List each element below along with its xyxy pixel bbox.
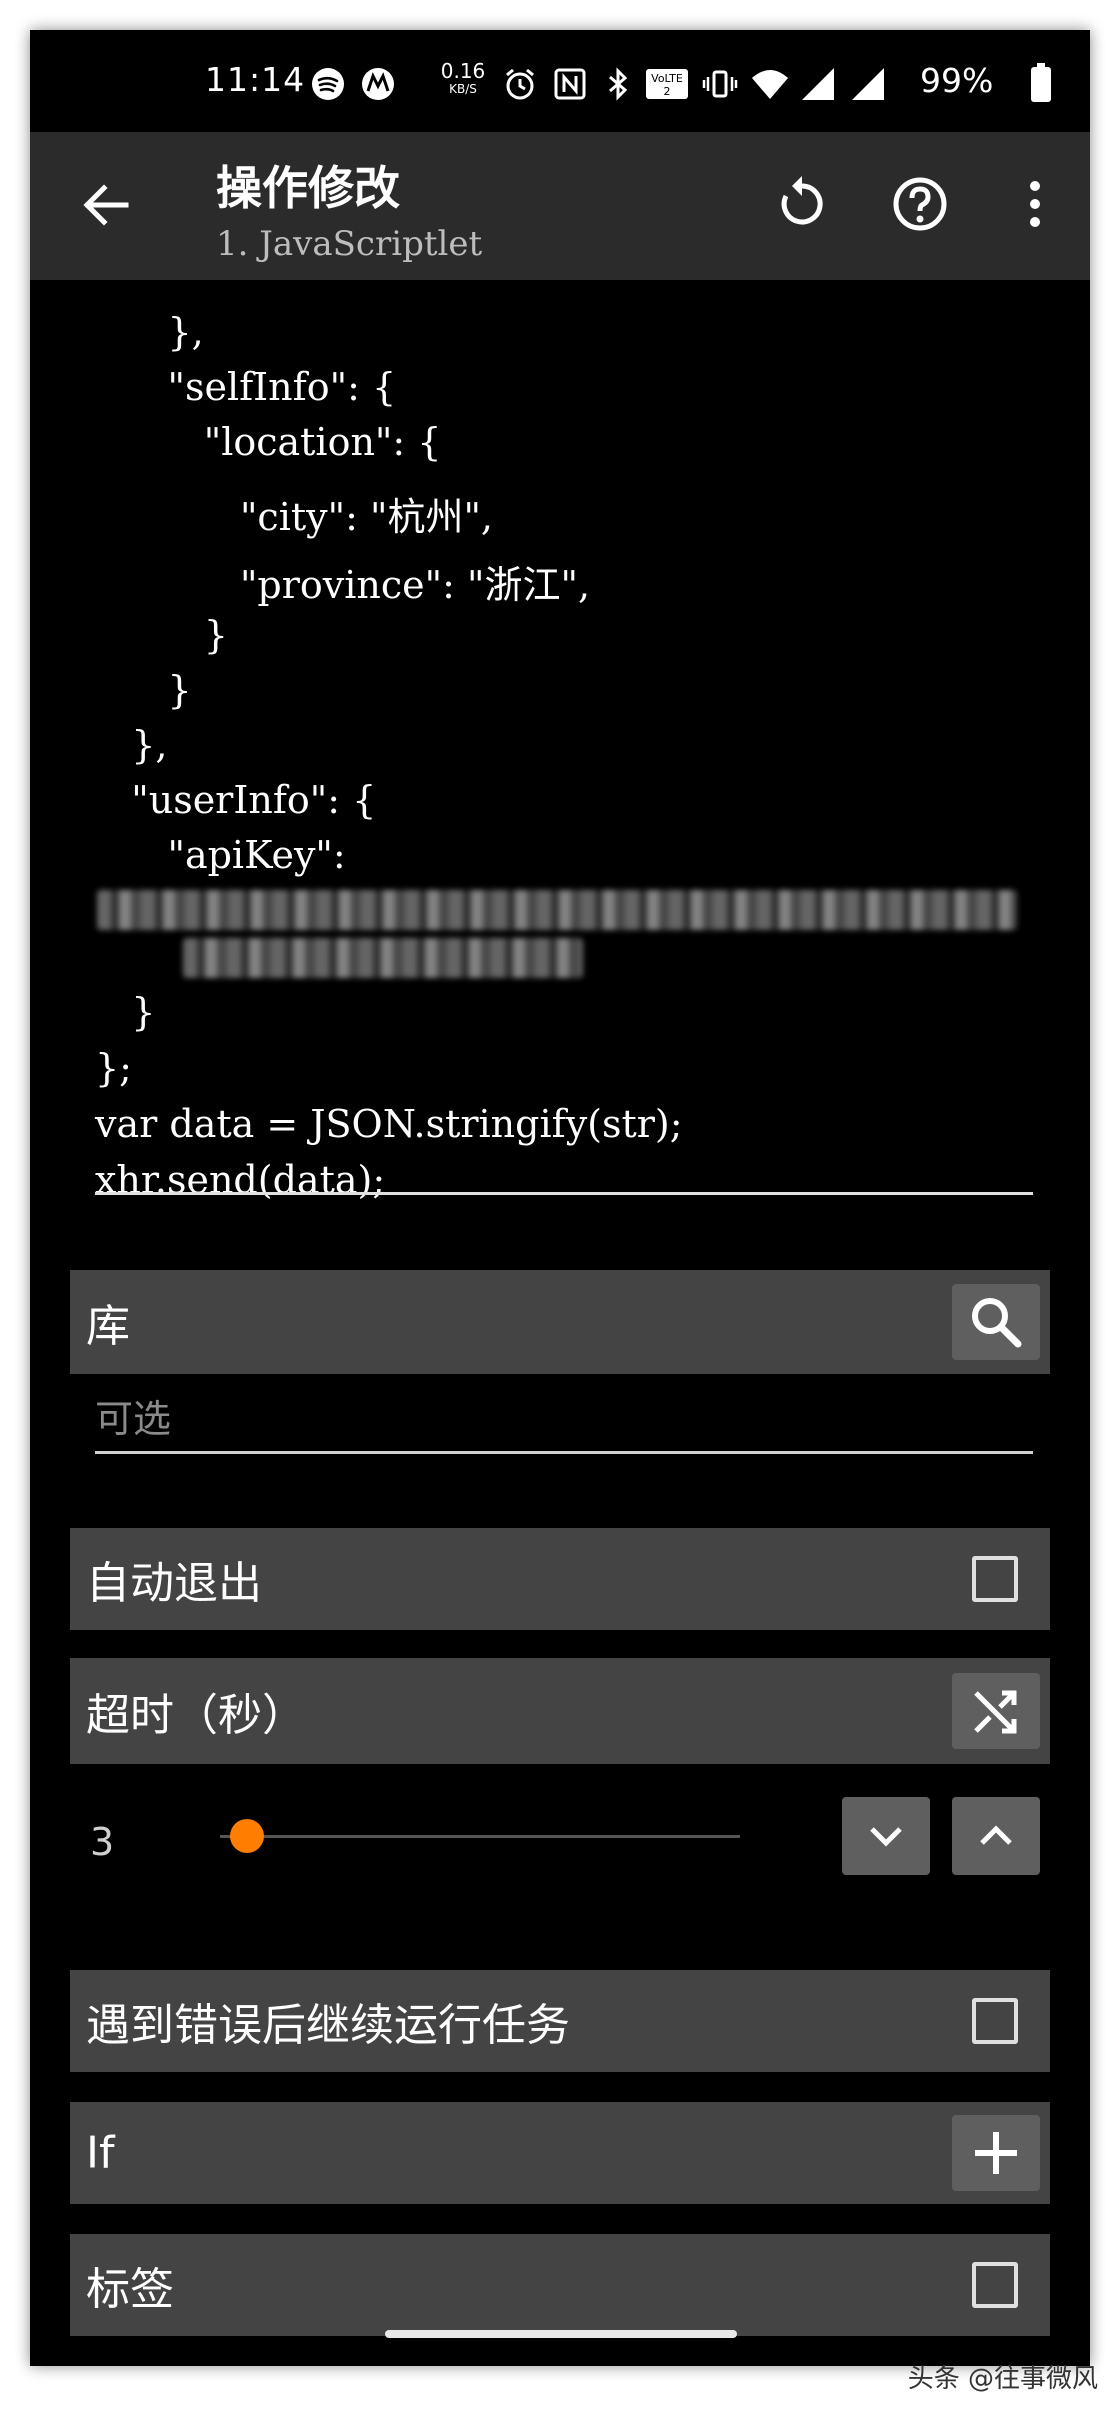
continue-on-error-checkbox[interactable]: [972, 1998, 1018, 2044]
code-line: },: [95, 723, 168, 767]
timeout-value: 3: [90, 1820, 115, 1864]
app-bar: 操作修改 1. JavaScriptlet: [30, 132, 1090, 280]
library-search-button[interactable]: [952, 1284, 1040, 1360]
optional-input-underline: [95, 1451, 1033, 1454]
network-speed: 0.16 KB/S: [437, 59, 489, 98]
timeout-row: 超时（秒）: [70, 1658, 1050, 1764]
battery-icon: [1031, 63, 1051, 102]
page-title: 操作修改: [216, 161, 400, 215]
watermark: 头条 @往事微风: [907, 2364, 1098, 2394]
page-subtitle: 1. JavaScriptlet: [216, 224, 483, 264]
timeout-slider-track[interactable]: [220, 1835, 740, 1838]
auto-exit-row[interactable]: 自动退出: [70, 1528, 1050, 1630]
code-line: }: [95, 990, 156, 1034]
status-time: 11:14: [205, 60, 306, 99]
shuffle-icon: [974, 1690, 1017, 1734]
spotify-icon: [312, 68, 344, 100]
code-line: "apiKey":: [95, 833, 346, 877]
vibrate-icon: [702, 70, 738, 98]
code-line: };: [95, 1046, 132, 1090]
auto-exit-label: 自动退出: [86, 1558, 262, 1609]
nfc-icon: [554, 68, 586, 100]
code-line: "city": "杭州",: [95, 495, 493, 539]
code-line: "location": {: [95, 420, 442, 464]
auto-exit-checkbox[interactable]: [972, 1556, 1018, 1602]
code-line: "province": "浙江",: [95, 563, 591, 607]
optional-input[interactable]: 可选: [95, 1388, 171, 1443]
timeout-variable-button[interactable]: [952, 1673, 1040, 1749]
alarm-icon: [506, 68, 534, 100]
svg-text:2: 2: [664, 85, 671, 98]
code-line: xhr.send(data);: [95, 1158, 386, 1202]
continue-on-error-label: 遇到错误后继续运行任务: [86, 2000, 570, 2051]
code-line: }: [95, 613, 228, 657]
battery-percent: 99%: [920, 61, 994, 100]
volte-icon: VoLTE 2: [646, 69, 688, 99]
tag-row[interactable]: 标签: [70, 2234, 1050, 2336]
plus-icon: [975, 2132, 1017, 2174]
signal-icon: [852, 68, 884, 100]
back-arrow-icon[interactable]: [76, 175, 136, 235]
code-line: }: [95, 668, 192, 712]
help-icon[interactable]: [890, 174, 950, 234]
code-line: "selfInfo": {: [95, 365, 397, 409]
gesture-nav-handle[interactable]: [385, 2330, 737, 2338]
redacted-api-key: [97, 890, 1017, 930]
timeout-label: 超时（秒）: [86, 1690, 306, 1741]
wifi-icon: [752, 70, 788, 99]
motorola-icon: [362, 68, 394, 100]
if-label: If: [86, 2127, 115, 2179]
library-label: 库: [86, 1301, 130, 1352]
timeout-increase-button[interactable]: [952, 1797, 1040, 1875]
more-options-icon[interactable]: [1020, 174, 1050, 234]
chevron-up-icon: [980, 1825, 1012, 1845]
redacted-api-key: [183, 938, 583, 978]
network-speed-value: 0.16: [440, 59, 486, 83]
if-row: If: [70, 2102, 1050, 2204]
tag-checkbox[interactable]: [972, 2262, 1018, 2308]
code-line: var data = JSON.stringify(str);: [95, 1102, 683, 1146]
continue-on-error-row[interactable]: 遇到错误后继续运行任务: [70, 1970, 1050, 2072]
tag-label: 标签: [86, 2264, 174, 2315]
code-line: },: [95, 310, 204, 354]
add-if-condition-button[interactable]: [952, 2115, 1040, 2191]
timeout-decrease-button[interactable]: [842, 1797, 930, 1875]
signal-icon: [802, 68, 834, 100]
search-icon: [972, 1298, 1022, 1348]
code-line: "userInfo": {: [95, 778, 377, 822]
bluetooth-icon: [609, 67, 628, 101]
library-row[interactable]: 库: [70, 1270, 1050, 1374]
chevron-down-icon: [870, 1827, 902, 1847]
phone-screen: 11:14 0.16 KB/S VoLTE 2 99% 操作修改 1. Java…: [30, 30, 1090, 2366]
code-field-underline: [95, 1192, 1033, 1195]
timeout-slider-thumb[interactable]: [230, 1819, 265, 1853]
svg-text:VoLTE: VoLTE: [651, 72, 683, 85]
status-bar: 11:14 0.16 KB/S VoLTE 2 99%: [30, 30, 1090, 132]
reset-icon[interactable]: [772, 174, 832, 234]
